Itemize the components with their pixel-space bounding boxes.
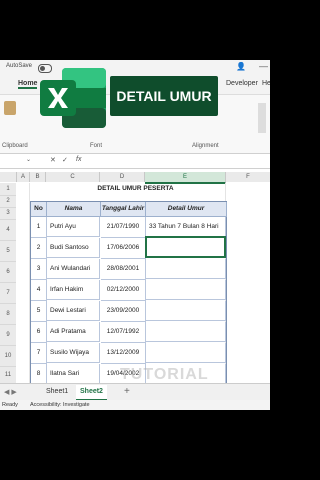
tab-help[interactable]: He: [262, 80, 270, 87]
header-tanggal-lahir[interactable]: Tanggal Lahir: [101, 202, 146, 217]
name-box-dropdown-icon[interactable]: ⌄: [26, 156, 31, 163]
table-cell-detail[interactable]: 33 Tahun 7 Bulan 8 Hari: [146, 217, 226, 237]
table-cell-detail[interactable]: [146, 322, 226, 342]
status-bar: Ready Accessibility: Investigate: [0, 400, 270, 410]
data-table: No Nama Tanggal Lahir Detail Umur 1 Putri…: [30, 201, 227, 410]
row-header-9[interactable]: 9: [0, 325, 16, 346]
add-sheet-icon[interactable]: +: [124, 386, 130, 397]
table-cell-tanggal[interactable]: 23/09/2000: [101, 301, 146, 322]
excel-logo-icon: [40, 68, 106, 128]
row-header-1[interactable]: 1: [0, 183, 16, 196]
enter-icon[interactable]: ✓: [62, 156, 68, 164]
table-cell-no[interactable]: 1: [31, 217, 47, 238]
table-cell-tanggal[interactable]: 17/06/2006: [101, 238, 146, 259]
table-cell-detail[interactable]: [146, 301, 226, 321]
table-cell-no[interactable]: 6: [31, 322, 47, 343]
header-no[interactable]: No: [31, 202, 47, 217]
table-cell-no[interactable]: 5: [31, 301, 47, 322]
row-header-2[interactable]: 2: [0, 196, 16, 208]
sheet-tab-sheet2[interactable]: Sheet2: [76, 385, 107, 401]
autosave-label: AutoSave: [6, 63, 33, 69]
table-cell-nama[interactable]: Adi Pratama: [47, 322, 100, 342]
sheet-tab-bar: ◀ ▶ Sheet1 Sheet2 +: [0, 383, 270, 401]
alignment-group-label: Alignment: [192, 143, 219, 149]
function-icon[interactable]: fx: [76, 156, 81, 163]
table-cell-nama[interactable]: Susilo Wijaya: [47, 343, 100, 363]
row-header-11[interactable]: 11: [0, 367, 16, 384]
person-icon[interactable]: 👤: [236, 62, 246, 71]
table-cell-no[interactable]: 7: [31, 343, 47, 364]
table-cell-tanggal[interactable]: 28/08/2001: [101, 259, 146, 280]
tab-home[interactable]: Home: [18, 80, 38, 89]
header-detail-umur[interactable]: Detail Umur: [146, 202, 227, 217]
clipboard-group-label: Clipboard: [2, 143, 28, 149]
column-header-e[interactable]: E: [145, 172, 226, 184]
column-header-d[interactable]: D: [100, 172, 145, 182]
column-header-b[interactable]: B: [30, 172, 46, 182]
column-header-a[interactable]: A: [17, 172, 30, 182]
select-all-corner[interactable]: [0, 172, 17, 182]
sheet-tab-sheet1[interactable]: Sheet1: [42, 385, 72, 399]
row-header-7[interactable]: 7: [0, 283, 16, 304]
formula-bar[interactable]: ⌄ ✕ ✓ fx: [0, 154, 270, 169]
wrap-text-icon[interactable]: [258, 103, 266, 133]
minimize-icon[interactable]: —: [259, 61, 268, 71]
font-group-label: Font: [90, 143, 103, 149]
tab-developer[interactable]: Developer: [226, 80, 258, 87]
column-header-f[interactable]: F: [226, 172, 270, 182]
table-cell-tanggal[interactable]: 12/07/1992: [101, 322, 146, 343]
table-cell-nama[interactable]: Dewi Lestari: [47, 301, 100, 321]
status-ready: Ready: [2, 402, 18, 408]
detail-umur-banner: DETAIL UMUR: [110, 76, 218, 116]
row-header-8[interactable]: 8: [0, 304, 16, 325]
table-cell-no[interactable]: 8: [31, 364, 47, 385]
table-cell-detail[interactable]: [146, 280, 226, 300]
table-cell-nama[interactable]: Putri Ayu: [47, 217, 100, 237]
row-header-5[interactable]: 5: [0, 241, 16, 262]
table-cell-no[interactable]: 3: [31, 259, 47, 280]
tutorial-watermark: TUTORIAL: [120, 366, 209, 383]
table-cell-no[interactable]: 4: [31, 280, 47, 301]
table-cell-tanggal[interactable]: 13/12/2009: [101, 343, 146, 364]
table-cell-nama[interactable]: Irfan Hakim: [47, 280, 100, 300]
cancel-icon[interactable]: ✕: [50, 156, 56, 164]
header-nama[interactable]: Nama: [47, 202, 101, 217]
accessibility-status[interactable]: Accessibility: Investigate: [30, 400, 90, 410]
table-cell-tanggal[interactable]: 21/07/1990: [101, 217, 146, 238]
sheet-nav-arrows-icon[interactable]: ◀ ▶: [4, 388, 17, 396]
row-header-3[interactable]: 3: [0, 208, 16, 220]
sheet-title[interactable]: DETAIL UMUR PESERTA: [46, 185, 225, 192]
table-cell-nama[interactable]: Budi Santoso: [47, 238, 100, 258]
column-header-c[interactable]: C: [46, 172, 100, 182]
active-cell-e5[interactable]: [145, 236, 226, 258]
table-cell-detail[interactable]: [146, 259, 226, 279]
row-header-6[interactable]: 6: [0, 262, 16, 283]
table-cell-nama[interactable]: Ilatna Sari: [47, 364, 100, 384]
paste-icon[interactable]: [4, 101, 16, 115]
table-cell-no[interactable]: 2: [31, 238, 47, 259]
table-cell-nama[interactable]: Ani Wulandari: [47, 259, 100, 279]
row-header-4[interactable]: 4: [0, 220, 16, 241]
row-header-10[interactable]: 10: [0, 346, 16, 367]
table-cell-tanggal[interactable]: 02/12/2000: [101, 280, 146, 301]
table-cell-detail[interactable]: [146, 343, 226, 363]
